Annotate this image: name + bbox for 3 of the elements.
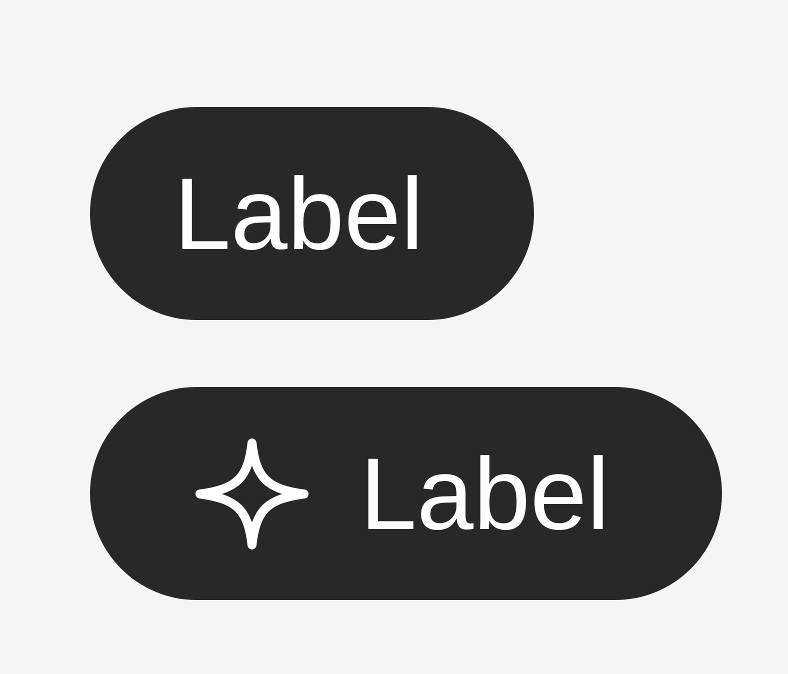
label-button[interactable]: Label	[90, 387, 722, 600]
sparkle-icon	[194, 436, 310, 550]
label-button[interactable]: Label	[90, 107, 534, 320]
